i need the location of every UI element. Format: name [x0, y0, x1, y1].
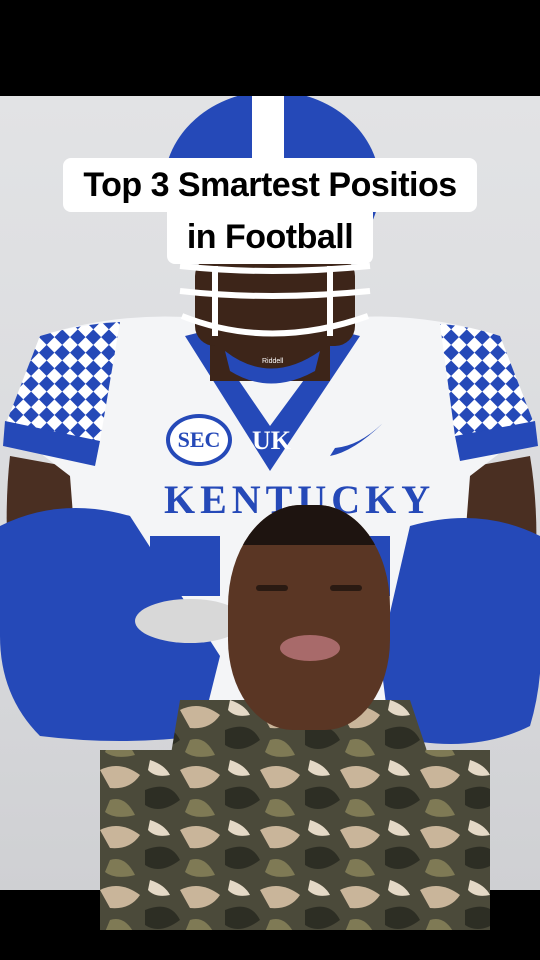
caption-line-2: in Football	[166, 210, 374, 264]
caption-line-1: Top 3 Smartest Positios	[63, 158, 477, 212]
camo-hoodie	[100, 750, 490, 930]
sec-patch-text: SEC	[177, 427, 221, 452]
creator-lips	[280, 635, 340, 661]
creator-eye-left	[256, 585, 288, 591]
left-shoulder-checks	[5, 322, 120, 441]
creator-face	[228, 505, 390, 730]
creator-hair	[228, 505, 390, 545]
sec-patch: SEC	[166, 414, 232, 466]
creator-eye-right	[330, 585, 362, 591]
creator-cutout	[100, 700, 490, 930]
right-shoulder-checks	[440, 324, 535, 436]
creator-face-illustration	[100, 700, 490, 930]
helmet-brand: Riddell	[262, 358, 284, 365]
video-caption: Top 3 Smartest Positios in Football	[0, 158, 540, 264]
uk-logo: UK	[252, 426, 291, 455]
top-letterbox	[0, 0, 540, 96]
